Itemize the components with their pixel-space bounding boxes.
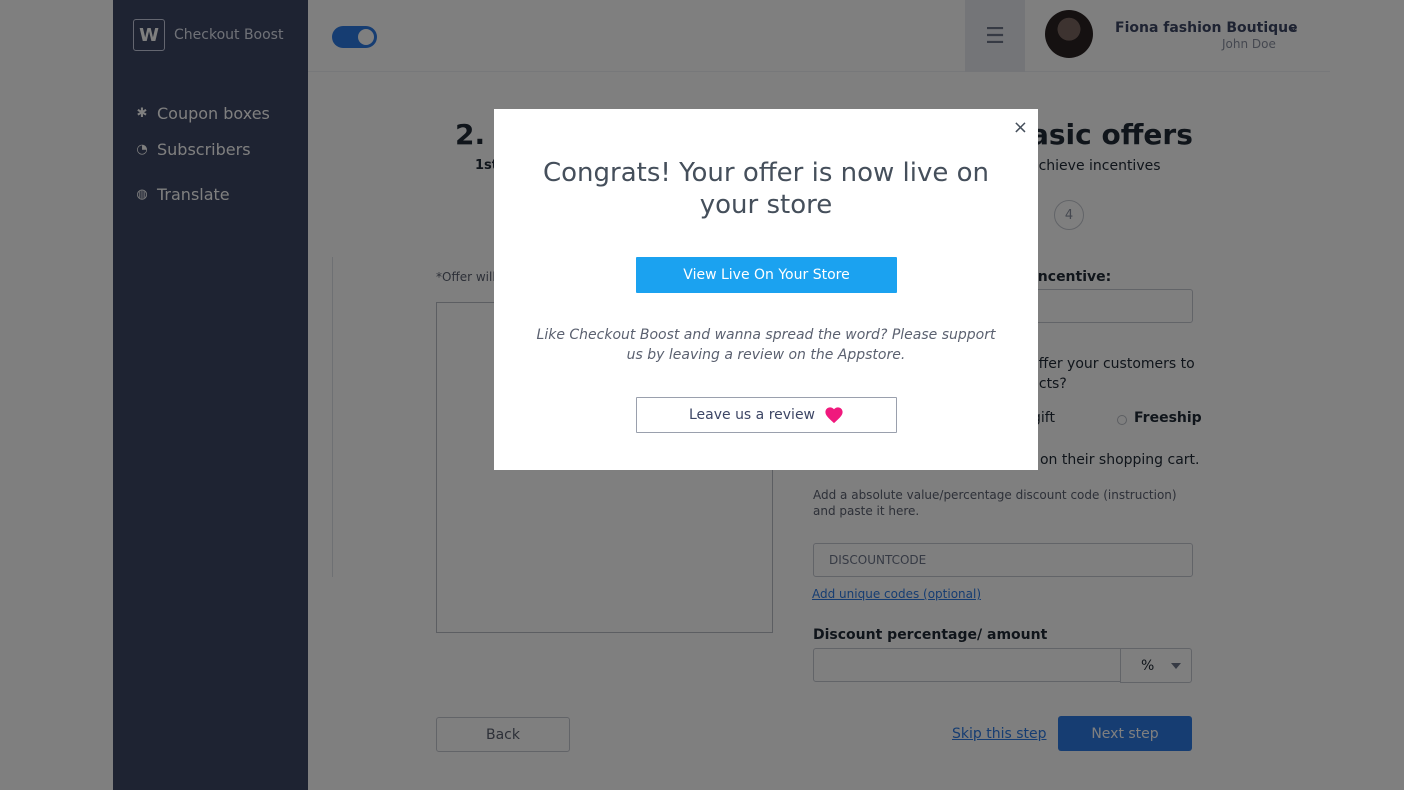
leave-review-button[interactable]: Leave us a review: [636, 397, 897, 433]
leave-review-label: Leave us a review: [688, 407, 816, 423]
close-icon[interactable]: ×: [1013, 117, 1028, 138]
review-prompt-text: Like Checkout Boost and wanna spread the…: [536, 327, 996, 363]
modal-title: Congrats! Your offer is now live on your…: [542, 158, 990, 220]
view-live-button[interactable]: View Live On Your Store: [636, 257, 897, 293]
success-modal: × Congrats! Your offer is now live on yo…: [494, 109, 1038, 470]
heart-icon: [825, 407, 843, 424]
